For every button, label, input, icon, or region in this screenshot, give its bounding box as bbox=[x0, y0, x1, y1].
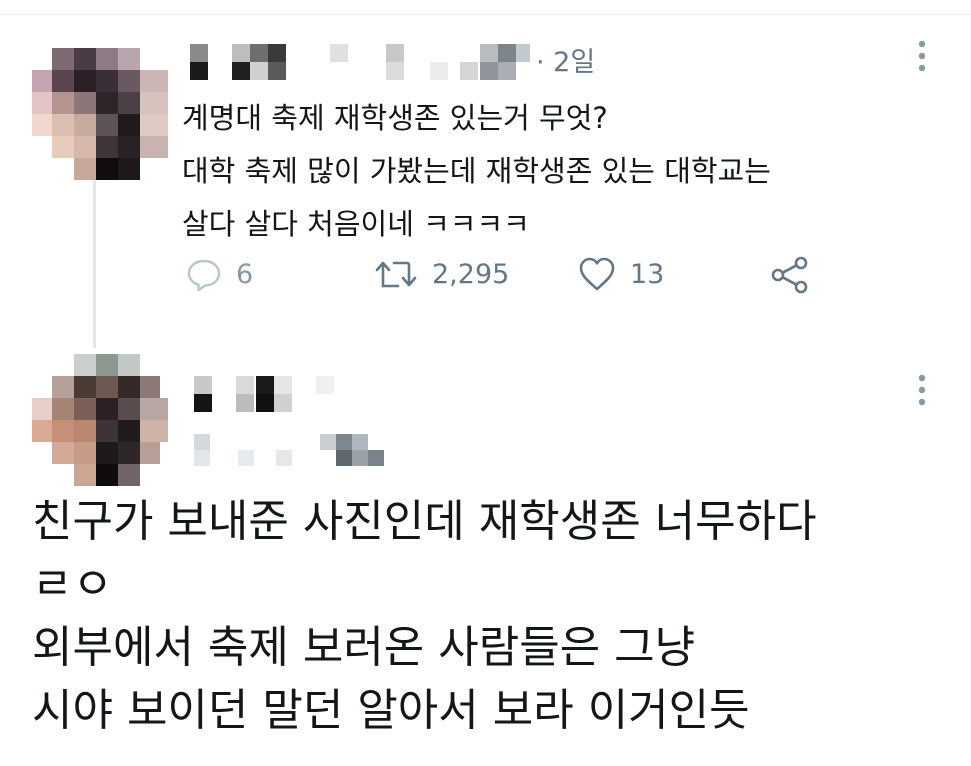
retweet-icon bbox=[375, 261, 417, 288]
reply-button[interactable]: 6 bbox=[186, 256, 253, 292]
retweet-button[interactable]: 2,295 bbox=[374, 256, 509, 292]
tweet-body: 친구가 보내준 사진인데 재학생존 너무하다 ㄹㅇ 외부에서 축제 보러온 사람… bbox=[32, 490, 817, 742]
share-icon bbox=[771, 256, 808, 294]
more-vertical-icon[interactable] bbox=[912, 38, 932, 74]
retweet-count: 2,295 bbox=[432, 258, 510, 290]
heart-icon bbox=[579, 257, 615, 291]
tweet-text-line: 외부에서 축제 보러온 사람들은 그냥 bbox=[32, 622, 696, 673]
like-button[interactable]: 13 bbox=[578, 256, 664, 292]
author-name[interactable] bbox=[190, 44, 530, 80]
tweet-text-line: 계명대 축제 재학생존 있는거 무엇? bbox=[182, 101, 608, 135]
tweet-actions: 6 2,295 13 bbox=[0, 254, 971, 300]
reply-count: 6 bbox=[236, 258, 254, 290]
reply-icon bbox=[187, 259, 221, 292]
top-divider bbox=[0, 14, 971, 15]
author-handle[interactable] bbox=[194, 434, 394, 468]
more-vertical-icon[interactable] bbox=[912, 372, 932, 408]
share-button[interactable] bbox=[770, 256, 810, 294]
avatar[interactable] bbox=[32, 354, 168, 494]
tweet-text-line: 시야 보이던 말던 알아서 보라 이거인듯 bbox=[32, 685, 750, 736]
tweet-body: 계명대 축제 재학생존 있는거 무엇? 대학 축제 많이 가봤는데 재학생존 있… bbox=[182, 92, 771, 251]
avatar[interactable] bbox=[32, 48, 168, 188]
author-name[interactable] bbox=[194, 376, 334, 414]
tweet-text-line: 친구가 보내준 사진인데 재학생존 너무하다 bbox=[32, 496, 817, 547]
like-count: 13 bbox=[630, 258, 665, 290]
tweet-timestamp[interactable]: · 2일 bbox=[536, 40, 595, 79]
tweet-text-line: 대학 축제 많이 가봤는데 재학생존 있는 대학교는 bbox=[182, 154, 771, 188]
tweet-text-line: ㄹㅇ bbox=[32, 559, 113, 610]
tweet-text-line: 살다 살다 처음이네 ㅋㅋㅋㅋ bbox=[182, 207, 530, 241]
